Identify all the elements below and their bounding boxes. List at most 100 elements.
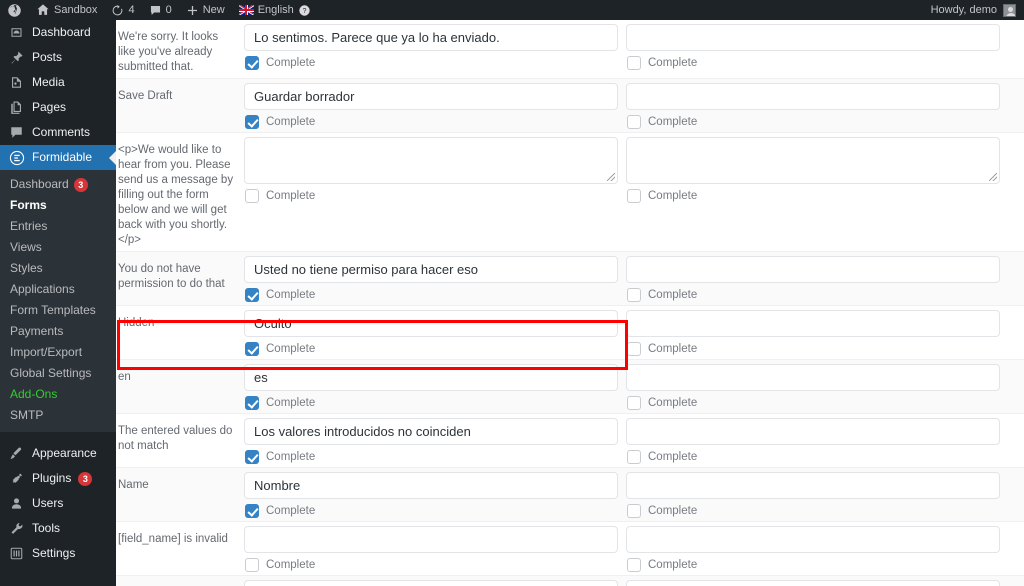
translation-input-secondary[interactable] (626, 24, 1000, 51)
site-name-menu[interactable]: Sandbox (29, 0, 104, 20)
sidebar-subitem-views[interactable]: Views (0, 237, 116, 258)
translation-input[interactable]: Nombre (244, 472, 618, 499)
sidebar-subitem-dashboard[interactable]: Dashboard 3 (0, 174, 116, 195)
sidebar-item-media[interactable]: Media (0, 70, 116, 95)
wp-logo-menu[interactable] (0, 0, 29, 20)
sidebar-item-label: Dashboard (32, 25, 91, 39)
complete-row[interactable]: Complete (244, 450, 618, 464)
translation-input-secondary[interactable] (626, 364, 1000, 391)
complete-checkbox[interactable] (627, 558, 641, 572)
complete-row[interactable]: Complete (244, 56, 618, 70)
complete-row-secondary[interactable]: Complete (626, 558, 1000, 572)
translation-input[interactable]: es (244, 364, 618, 391)
complete-row[interactable]: Complete (244, 288, 618, 302)
complete-row[interactable]: Complete (244, 504, 618, 518)
sidebar-item-plugins[interactable]: Plugins 3 (0, 466, 116, 491)
row-right-cell: Complete (626, 364, 1008, 410)
language-menu[interactable]: English ? (232, 0, 318, 20)
complete-checkbox[interactable] (245, 115, 259, 129)
sidebar-subitem-label: SMTP (10, 408, 44, 422)
complete-row[interactable]: Complete (244, 189, 618, 203)
sidebar-item-settings[interactable]: Settings (0, 541, 116, 566)
sidebar-subitem-label: Global Settings (10, 366, 92, 380)
complete-row-secondary[interactable]: Complete (626, 56, 1000, 70)
sidebar-subitem-forms[interactable]: Forms (0, 195, 116, 216)
updates-menu[interactable]: 4 (104, 0, 141, 20)
sidebar-item-formidable[interactable]: Formidable (0, 145, 116, 170)
translation-input[interactable]: Guardar borrador (244, 83, 618, 110)
complete-checkbox[interactable] (627, 396, 641, 410)
sidebar-subitem-smtp[interactable]: SMTP (0, 405, 116, 426)
sidebar-item-posts[interactable]: Posts (0, 45, 116, 70)
complete-row[interactable]: Complete (244, 115, 618, 129)
sidebar-subitem-import-export[interactable]: Import/Export (0, 342, 116, 363)
complete-checkbox[interactable] (627, 288, 641, 302)
sidebar-item-pages[interactable]: Pages (0, 95, 116, 120)
sidebar-subitem-styles[interactable]: Styles (0, 258, 116, 279)
complete-checkbox[interactable] (627, 342, 641, 356)
complete-checkbox[interactable] (627, 189, 641, 203)
complete-row-secondary[interactable]: Complete (626, 450, 1000, 464)
complete-row-secondary[interactable]: Complete (626, 115, 1000, 129)
complete-checkbox[interactable] (245, 558, 259, 572)
translation-input-secondary[interactable] (626, 310, 1000, 337)
translation-input[interactable]: Usted no tiene permiso para hacer eso (244, 256, 618, 283)
complete-checkbox[interactable] (627, 504, 641, 518)
translation-textarea[interactable] (244, 137, 618, 184)
complete-checkbox[interactable] (245, 56, 259, 70)
translation-input[interactable]: Oculto (244, 310, 618, 337)
sidebar-item-comments[interactable]: Comments (0, 120, 116, 145)
sidebar-item-label: Media (32, 75, 65, 89)
translation-input[interactable] (244, 526, 618, 553)
complete-checkbox[interactable] (245, 450, 259, 464)
translation-input-secondary[interactable] (626, 580, 1000, 586)
complete-row-secondary[interactable]: Complete (626, 504, 1000, 518)
complete-checkbox[interactable] (245, 396, 259, 410)
translation-input[interactable]: Los valores introducidos no coinciden (244, 418, 618, 445)
complete-label: Complete (648, 559, 698, 571)
sidebar-subitem-applications[interactable]: Applications (0, 279, 116, 300)
comments-menu[interactable]: 0 (142, 0, 179, 20)
complete-row[interactable]: Complete (244, 342, 618, 356)
complete-checkbox[interactable] (245, 288, 259, 302)
complete-checkbox[interactable] (245, 504, 259, 518)
table-row: [field_name] is invalid Complete Complet… (116, 522, 1024, 576)
sidebar-subitem-add-ons[interactable]: Add-Ons (0, 384, 116, 405)
sidebar-subitem-payments[interactable]: Payments (0, 321, 116, 342)
complete-row-secondary[interactable]: Complete (626, 189, 1000, 203)
sidebar-item-tools[interactable]: Tools (0, 516, 116, 541)
complete-label: Complete (648, 57, 698, 69)
translation-input-secondary[interactable] (626, 472, 1000, 499)
sidebar-subitem-entries[interactable]: Entries (0, 216, 116, 237)
translation-input-secondary[interactable] (626, 418, 1000, 445)
complete-row-secondary[interactable]: Complete (626, 342, 1000, 356)
sidebar-subitem-global-settings[interactable]: Global Settings (0, 363, 116, 384)
sidebar-item-users[interactable]: Users (0, 491, 116, 516)
sidebar-item-appearance[interactable]: Appearance (0, 441, 116, 466)
update-icon (111, 4, 124, 17)
complete-row-secondary[interactable]: Complete (626, 396, 1000, 410)
sidebar-subitem-label: Payments (10, 324, 64, 338)
help-icon[interactable]: ? (298, 4, 311, 17)
translation-input-secondary[interactable] (626, 83, 1000, 110)
sidebar-subitem-form-templates[interactable]: Form Templates (0, 300, 116, 321)
row-source-label: We're sorry. It looks like you've alread… (118, 31, 219, 73)
complete-row-secondary[interactable]: Complete (626, 288, 1000, 302)
complete-checkbox[interactable] (627, 450, 641, 464)
translation-input[interactable]: Lo sentimos. Parece que ya lo ha enviado… (244, 24, 618, 51)
complete-checkbox[interactable] (627, 56, 641, 70)
sidebar-subitem-label: Import/Export (10, 345, 83, 359)
new-content-menu[interactable]: New (179, 0, 232, 20)
complete-row[interactable]: Complete (244, 558, 618, 572)
sidebar-subitem-label: Forms (10, 198, 47, 212)
complete-checkbox[interactable] (245, 189, 259, 203)
complete-row[interactable]: Complete (244, 396, 618, 410)
translation-input[interactable]: Primero (244, 580, 618, 586)
complete-checkbox[interactable] (245, 342, 259, 356)
sidebar-item-dashboard[interactable]: Dashboard (0, 20, 116, 45)
my-account-menu[interactable]: Howdy, demo (924, 0, 1024, 20)
complete-checkbox[interactable] (627, 115, 641, 129)
translation-input-secondary[interactable] (626, 256, 1000, 283)
translation-input-secondary[interactable] (626, 526, 1000, 553)
translation-textarea-secondary[interactable] (626, 137, 1000, 184)
